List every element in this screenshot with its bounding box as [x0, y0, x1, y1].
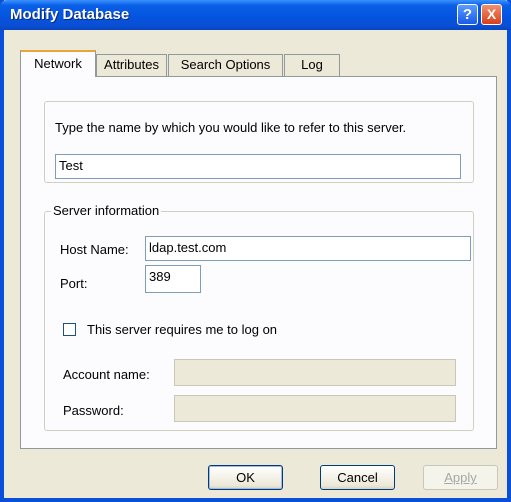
password-input[interactable] [174, 395, 456, 422]
tab-network[interactable]: Network [20, 50, 96, 77]
host-name-label: Host Name: [60, 242, 129, 257]
ok-button-label: OK [236, 470, 255, 485]
dialog-title: Modify Database [10, 6, 130, 23]
password-label: Password: [63, 403, 124, 418]
tab-search-options[interactable]: Search Options [168, 54, 283, 76]
display-name-group: Type the name by which you would like to… [44, 101, 474, 183]
port-label: Port: [60, 276, 88, 291]
require-logon-label: This server requires me to log on [87, 322, 278, 337]
tab-label: Search Options [180, 57, 271, 72]
ok-button[interactable]: OK [208, 465, 283, 490]
network-tab-panel: Type the name by which you would like to… [20, 76, 497, 449]
title-bar[interactable]: Modify Database ? X [0, 0, 511, 30]
close-icon: X [486, 6, 497, 22]
cancel-button[interactable]: Cancel [320, 465, 395, 490]
help-button[interactable]: ? [457, 4, 478, 25]
tab-attributes[interactable]: Attributes [96, 54, 167, 76]
display-name-prompt: Type the name by which you would like to… [55, 120, 407, 135]
tab-log[interactable]: Log [284, 54, 340, 76]
require-logon-checkbox[interactable] [63, 323, 76, 336]
host-name-input[interactable]: ldap.test.com [145, 236, 471, 261]
apply-button-label: Apply [444, 470, 477, 485]
tab-label: Log [301, 57, 323, 72]
port-input[interactable]: 389 [145, 265, 201, 293]
question-mark-icon: ? [462, 6, 473, 23]
account-name-input[interactable] [174, 359, 456, 386]
display-name-input[interactable]: Test [55, 154, 461, 179]
cancel-button-label: Cancel [337, 470, 378, 485]
apply-button[interactable]: Apply [423, 465, 498, 490]
tab-label: Network [34, 56, 82, 71]
server-information-group: Server information Host Name: ldap.test.… [44, 203, 474, 431]
tab-label: Attributes [104, 57, 159, 72]
server-information-legend: Server information [51, 203, 162, 218]
account-name-label: Account name: [63, 367, 150, 382]
close-button[interactable]: X [481, 4, 502, 25]
